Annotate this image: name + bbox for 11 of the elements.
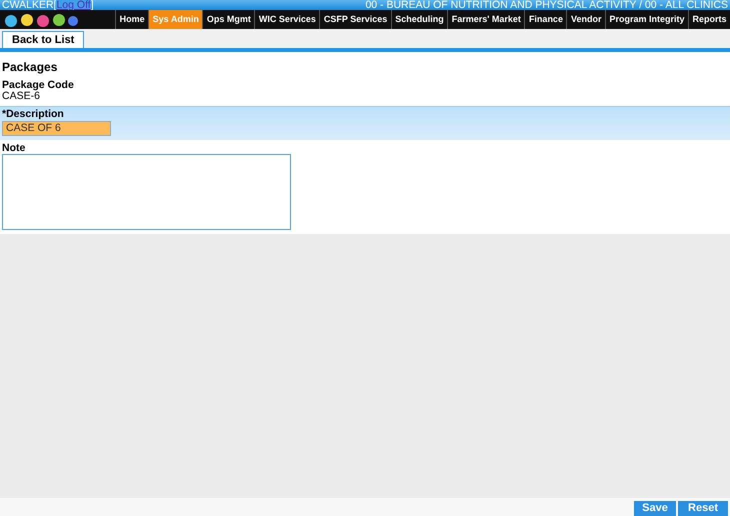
- description-field[interactable]: CASE OF 6: [2, 121, 111, 136]
- note-field[interactable]: [2, 154, 291, 230]
- bracket: ]: [90, 0, 94, 11]
- back-to-list-button[interactable]: Back to List: [2, 31, 84, 48]
- user-name: CWALKER: [2, 0, 54, 11]
- page-title: Packages: [2, 59, 58, 76]
- field-label: Package Code: [2, 79, 75, 91]
- field-value: CASE-6: [2, 91, 40, 102]
- location-text: 00 - BUREAU OF NUTRITION AND PHYSICAL ACTIVITY / 00 - ALL CLINICS: [365, 0, 728, 10]
- field-label: *Description: [2, 108, 65, 120]
- field-label: Note: [2, 142, 26, 154]
